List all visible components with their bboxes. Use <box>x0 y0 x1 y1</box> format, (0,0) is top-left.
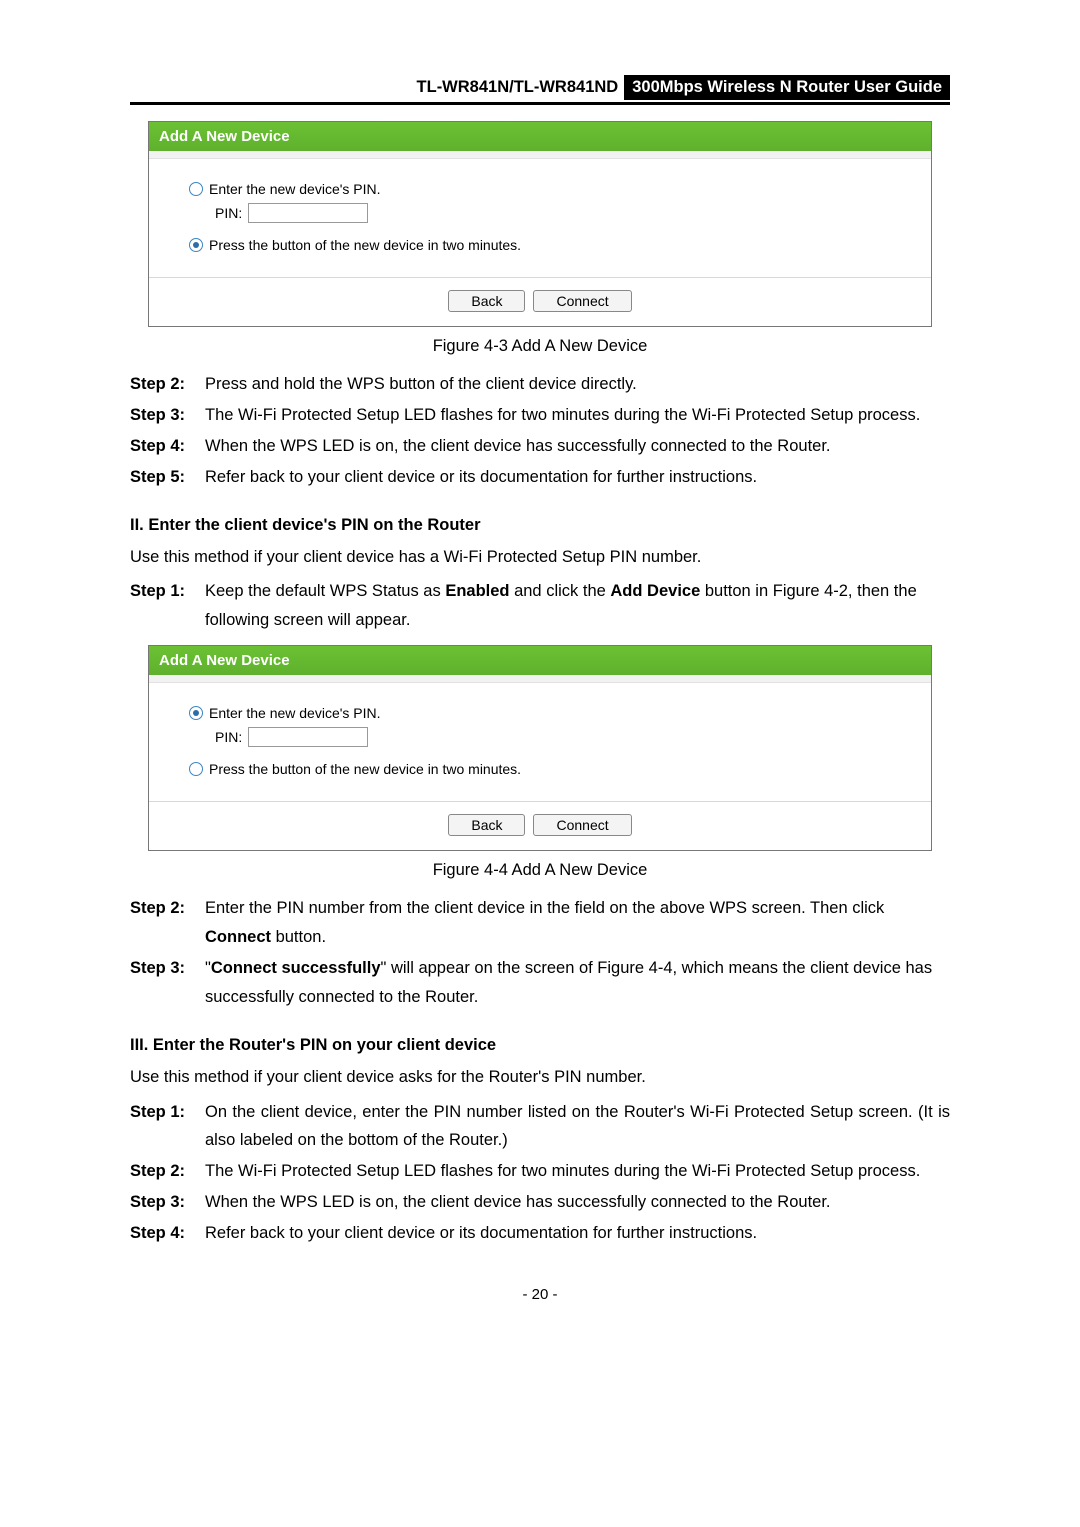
radio-label: Press the button of the new device in tw… <box>209 237 521 253</box>
pin-row: PIN: <box>215 203 891 223</box>
radio-option-press-button[interactable]: Press the button of the new device in tw… <box>189 237 891 253</box>
paragraph: Use this method if your client device as… <box>130 1063 950 1092</box>
step-row: Step 2: The Wi-Fi Protected Setup LED fl… <box>130 1157 950 1186</box>
step-row: Step 4: Refer back to your client device… <box>130 1219 950 1248</box>
step-label: Step 5: <box>130 463 205 492</box>
step-text: The Wi-Fi Protected Setup LED flashes fo… <box>205 401 950 430</box>
radio-label: Enter the new device's PIN. <box>209 181 381 197</box>
radio-icon <box>189 762 203 776</box>
step-row: Step 4: When the WPS LED is on, the clie… <box>130 432 950 461</box>
radio-label: Press the button of the new device in tw… <box>209 761 521 777</box>
radio-option-enter-pin[interactable]: Enter the new device's PIN. <box>189 705 891 721</box>
step-label: Step 2: <box>130 370 205 399</box>
step-row: Step 3: "Connect successfully" will appe… <box>130 954 950 1012</box>
text-bold: Enabled <box>445 582 509 600</box>
add-device-dialog-1: Add A New Device Enter the new device's … <box>148 121 932 327</box>
pin-label: PIN: <box>215 205 242 221</box>
step-row: Step 2: Enter the PIN number from the cl… <box>130 894 950 952</box>
dialog-footer: Back Connect <box>149 801 931 850</box>
connect-button[interactable]: Connect <box>533 290 631 312</box>
dialog-title: Add A New Device <box>149 646 931 675</box>
text-bold: Add Device <box>610 582 700 600</box>
step-row: Step 1: Keep the default WPS Status as E… <box>130 577 950 635</box>
step-row: Step 3: When the WPS LED is on, the clie… <box>130 1188 950 1217</box>
page-header: TL-WR841N/TL-WR841ND 300Mbps Wireless N … <box>130 75 950 105</box>
step-text: Refer back to your client device or its … <box>205 1219 950 1248</box>
dialog-title: Add A New Device <box>149 122 931 151</box>
step-text: Enter the PIN number from the client dev… <box>205 894 950 952</box>
step-text: The Wi-Fi Protected Setup LED flashes fo… <box>205 1157 950 1186</box>
radio-option-press-button[interactable]: Press the button of the new device in tw… <box>189 761 891 777</box>
radio-icon <box>189 706 203 720</box>
dialog-strip <box>149 151 931 159</box>
dialog-footer: Back Connect <box>149 277 931 326</box>
step-label: Step 4: <box>130 432 205 461</box>
step-text: On the client device, enter the PIN numb… <box>205 1098 950 1156</box>
pin-label: PIN: <box>215 729 242 745</box>
dialog-body: Enter the new device's PIN. PIN: Press t… <box>149 159 931 277</box>
step-label: Step 2: <box>130 894 205 952</box>
step-row: Step 3: The Wi-Fi Protected Setup LED fl… <box>130 401 950 430</box>
step-text: When the WPS LED is on, the client devic… <box>205 1188 950 1217</box>
step-label: Step 1: <box>130 1098 205 1156</box>
back-button[interactable]: Back <box>448 290 525 312</box>
text: and click the <box>510 582 611 600</box>
step-label: Step 3: <box>130 1188 205 1217</box>
pin-input[interactable] <box>248 727 368 747</box>
back-button[interactable]: Back <box>448 814 525 836</box>
step-row: Step 1: On the client device, enter the … <box>130 1098 950 1156</box>
section-heading-ii: II. Enter the client device's PIN on the… <box>130 516 950 535</box>
dialog-strip <box>149 675 931 683</box>
step-text: When the WPS LED is on, the client devic… <box>205 432 950 461</box>
figure-caption-4-3: Figure 4-3 Add A New Device <box>130 337 950 356</box>
step-label: Step 4: <box>130 1219 205 1248</box>
section-heading-iii: III. Enter the Router's PIN on your clie… <box>130 1036 950 1055</box>
step-label: Step 1: <box>130 577 205 635</box>
step-row: Step 5: Refer back to your client device… <box>130 463 950 492</box>
header-title: 300Mbps Wireless N Router User Guide <box>624 75 950 100</box>
text: button. <box>271 928 326 946</box>
radio-option-enter-pin[interactable]: Enter the new device's PIN. <box>189 181 891 197</box>
text-bold: Connect successfully <box>211 959 381 977</box>
pin-row: PIN: <box>215 727 891 747</box>
add-device-dialog-2: Add A New Device Enter the new device's … <box>148 645 932 851</box>
step-text: Press and hold the WPS button of the cli… <box>205 370 950 399</box>
step-text: "Connect successfully" will appear on th… <box>205 954 950 1012</box>
step-label: Step 2: <box>130 1157 205 1186</box>
radio-icon <box>189 238 203 252</box>
step-text: Refer back to your client device or its … <box>205 463 950 492</box>
step-label: Step 3: <box>130 401 205 430</box>
page: TL-WR841N/TL-WR841ND 300Mbps Wireless N … <box>0 0 1080 1343</box>
text-bold: Connect <box>205 928 271 946</box>
text: Enter the PIN number from the client dev… <box>205 899 884 917</box>
step-row: Step 2: Press and hold the WPS button of… <box>130 370 950 399</box>
step-label: Step 3: <box>130 954 205 1012</box>
step-text: Keep the default WPS Status as Enabled a… <box>205 577 950 635</box>
figure-caption-4-4: Figure 4-4 Add A New Device <box>130 861 950 880</box>
paragraph: Use this method if your client device ha… <box>130 543 950 572</box>
page-number: - 20 - <box>130 1286 950 1303</box>
radio-label: Enter the new device's PIN. <box>209 705 381 721</box>
dialog-body: Enter the new device's PIN. PIN: Press t… <box>149 683 931 801</box>
pin-input[interactable] <box>248 203 368 223</box>
connect-button[interactable]: Connect <box>533 814 631 836</box>
radio-icon <box>189 182 203 196</box>
text: Keep the default WPS Status as <box>205 582 445 600</box>
header-model: TL-WR841N/TL-WR841ND <box>417 78 625 97</box>
